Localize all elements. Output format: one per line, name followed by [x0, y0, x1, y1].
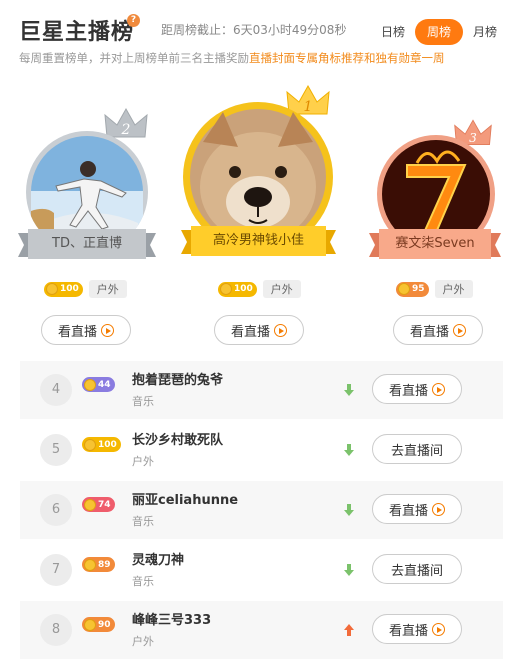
watch-live-button-third[interactable]: 看直播	[393, 315, 483, 345]
name-ribbon-second: TD、正直博	[18, 229, 156, 259]
trend-down-icon	[344, 504, 354, 516]
stats-third: 95 户外	[396, 280, 473, 298]
streamer-name[interactable]: 长沙乡村敢死队	[132, 429, 223, 448]
name-ribbon-third: 赛文柒Seven	[369, 229, 501, 259]
go-live-room-button[interactable]: 去直播间	[372, 554, 462, 584]
level-badge: 90	[82, 617, 115, 632]
rank-number: 8	[40, 614, 72, 646]
tab-monthly[interactable]: 月榜	[463, 18, 507, 45]
rank-number: 7	[40, 554, 72, 586]
category-label: 户外	[132, 635, 154, 648]
coin-icon	[84, 618, 96, 631]
watch-live-button[interactable]: 看直播	[372, 374, 462, 404]
list-item: 5 100 长沙乡村敢死队 户外 去直播间	[20, 421, 503, 479]
rank-number: 5	[40, 434, 72, 466]
coin-icon	[84, 438, 96, 451]
category-label: 音乐	[132, 575, 154, 588]
watch-live-button-second[interactable]: 看直播	[41, 315, 131, 345]
category-tag: 户外	[88, 280, 127, 298]
go-live-room-button[interactable]: 去直播间	[372, 434, 462, 464]
list-item: 4 44 抱着琵琶的兔爷 音乐 看直播	[20, 361, 503, 419]
svg-text:1: 1	[304, 99, 313, 115]
rank-number: 4	[40, 374, 72, 406]
level-badge: 44	[82, 377, 115, 392]
level-badge: 89	[82, 557, 115, 572]
podium-name-first: 高冷男神钱小佳	[212, 233, 304, 248]
category-tag: 户外	[434, 280, 473, 298]
list-item: 6 74 丽亚celiahunne 音乐 看直播	[20, 481, 503, 539]
level-badge: 95	[396, 281, 429, 297]
subtitle-highlight: 直播封面专属角标推荐和独有勋章一周	[249, 51, 445, 65]
coin-icon	[398, 283, 410, 295]
trend-up-icon	[344, 624, 354, 636]
streamer-name[interactable]: 灵魂刀神	[132, 549, 184, 568]
watch-live-button[interactable]: 看直播	[372, 494, 462, 524]
name-ribbon-first: 高冷男神钱小佳	[181, 226, 336, 256]
svg-text:2: 2	[121, 122, 131, 138]
tab-daily[interactable]: 日榜	[371, 18, 415, 45]
podium-name-third: 赛文柒Seven	[395, 236, 475, 251]
subtitle: 每周重置榜单，并对上周榜单前三名主播奖励直播封面专属角标推荐和独有勋章一周	[19, 50, 445, 66]
trend-down-icon	[344, 564, 354, 576]
help-icon[interactable]: ?	[127, 14, 140, 27]
coin-icon	[84, 378, 96, 391]
play-icon	[432, 502, 445, 516]
category-label: 音乐	[132, 515, 154, 528]
streamer-name[interactable]: 峰峰三号333	[132, 609, 211, 628]
level-badge: 100	[218, 281, 257, 297]
rank-number: 6	[40, 494, 72, 526]
subtitle-text: 每周重置榜单，并对上周榜单前三名主播奖励	[19, 51, 249, 65]
play-icon	[274, 323, 287, 337]
play-icon	[101, 323, 114, 337]
category-label: 户外	[132, 455, 154, 468]
streamer-name[interactable]: 丽亚celiahunne	[132, 489, 238, 508]
period-tabs: 日榜 周榜 月榜	[371, 18, 507, 45]
list-item: 8 90 峰峰三号333 户外 看直播	[20, 601, 503, 659]
stats-first: 100 户外	[218, 280, 301, 298]
coin-icon	[46, 283, 58, 295]
coin-icon	[220, 283, 232, 295]
page-title: 巨星主播榜	[19, 20, 135, 45]
svg-text:3: 3	[469, 131, 477, 145]
level-badge: 74	[82, 497, 115, 512]
category-tag: 户外	[262, 280, 301, 298]
stats-second: 100 户外	[44, 280, 127, 298]
streamer-name[interactable]: 抱着琵琶的兔爷	[132, 369, 223, 388]
play-icon	[432, 622, 445, 636]
countdown-text: 距周榜截止：6天03小时49分08秒	[161, 23, 347, 37]
play-icon	[432, 382, 445, 396]
level-badge: 100	[44, 281, 83, 297]
level-badge: 100	[82, 437, 121, 452]
podium-name-second: TD、正直博	[52, 236, 122, 251]
watch-live-button[interactable]: 看直播	[372, 614, 462, 644]
trend-down-icon	[344, 444, 354, 456]
category-label: 音乐	[132, 395, 154, 408]
play-icon	[453, 323, 466, 337]
trend-down-icon	[344, 384, 354, 396]
coin-icon	[84, 498, 96, 511]
watch-live-button-first[interactable]: 看直播	[214, 315, 304, 345]
tab-weekly[interactable]: 周榜	[414, 18, 463, 45]
coin-icon	[84, 558, 96, 571]
list-item: 7 89 灵魂刀神 音乐 去直播间	[20, 541, 503, 599]
